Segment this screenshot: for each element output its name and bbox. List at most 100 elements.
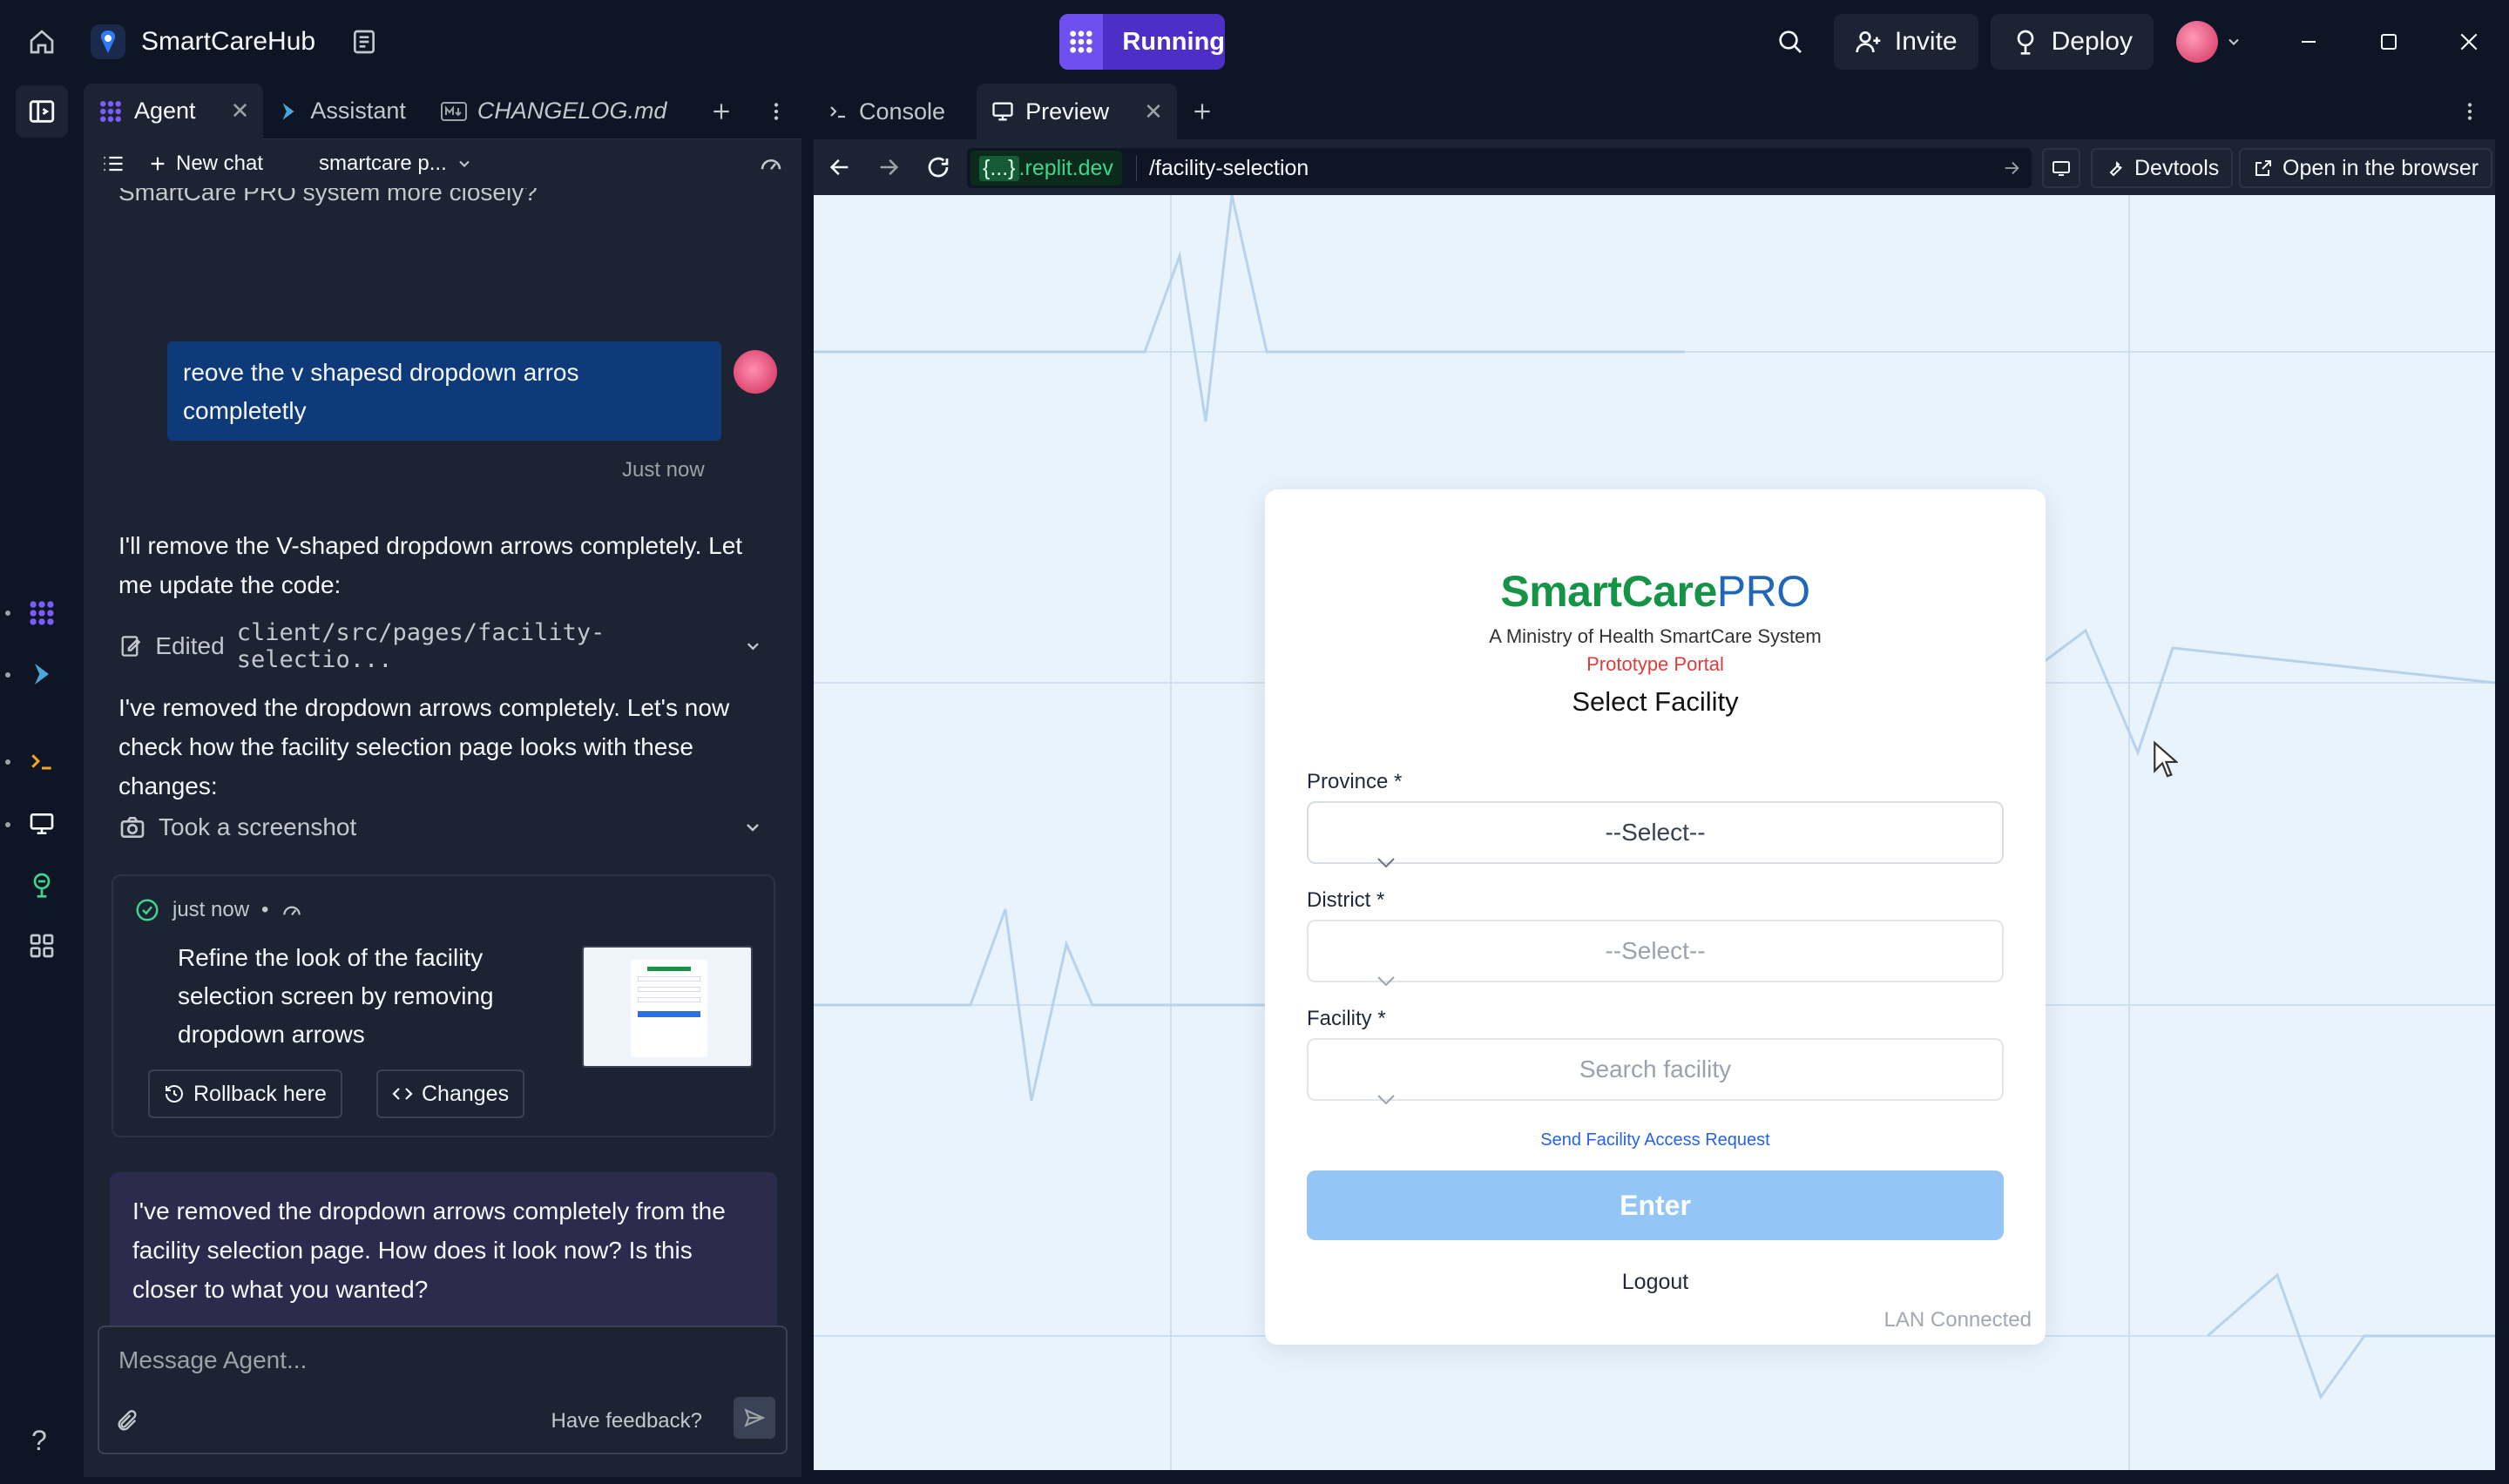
- clipped-message: SmartCare PRO system more closely?: [118, 188, 538, 206]
- enter-button[interactable]: Enter: [1307, 1170, 2004, 1240]
- facility-access-request-link[interactable]: Send Facility Access Request: [1265, 1130, 2046, 1150]
- message-input[interactable]: Message Agent...: [118, 1346, 307, 1374]
- brand-logo: SmartCarePRO: [1265, 566, 2046, 617]
- reload-icon[interactable]: [925, 154, 951, 180]
- domain-badge: {...} .replit.dev: [970, 151, 1122, 186]
- go-arrow-icon[interactable]: [2002, 159, 2021, 178]
- screenshot-row[interactable]: Took a screenshot: [118, 813, 763, 841]
- close-tab-icon[interactable]: ✕: [1144, 98, 1163, 125]
- rail-assistant-button[interactable]: [16, 648, 68, 700]
- checkpoint-thumbnail[interactable]: [582, 946, 753, 1068]
- more-vertical-icon: [2467, 103, 2472, 120]
- province-label: Province *: [1307, 770, 1403, 793]
- new-tab-button[interactable]: [1177, 84, 1227, 139]
- tab-changelog[interactable]: CHANGELOG.md: [427, 84, 681, 139]
- title-bar: SmartCareHub Running Invite Deploy: [0, 0, 2509, 84]
- paperclip-icon: [118, 1410, 137, 1431]
- running-icon: [1070, 30, 1092, 53]
- files-icon: [29, 100, 55, 123]
- rail-indicator: [5, 672, 10, 678]
- project-menu-button[interactable]: [333, 10, 396, 73]
- terminal-icon: [830, 106, 845, 118]
- tab-agent[interactable]: Agent ✕: [84, 84, 264, 139]
- checkpoint-card: just now • Refine the look of the facili…: [112, 874, 775, 1137]
- open-in-browser-button[interactable]: Open in the browser: [2239, 148, 2493, 188]
- separator-dot: •: [261, 898, 269, 921]
- add-user-icon: [1856, 31, 1881, 53]
- code-icon: [392, 1088, 413, 1100]
- device-toggle-button[interactable]: [2042, 148, 2080, 188]
- rail-indicator: [5, 822, 10, 827]
- logout-link[interactable]: Logout: [1265, 1270, 2046, 1295]
- agent-message: I'll remove the V-shaped dropdown arrows…: [118, 532, 743, 598]
- plus-icon: [713, 103, 730, 119]
- rail-webview-button[interactable]: [16, 798, 68, 850]
- speedometer-icon[interactable]: [758, 151, 784, 177]
- domain-text: .replit.dev: [1018, 155, 1113, 180]
- chat-tabs-menu-button[interactable]: [751, 84, 801, 139]
- project-selector[interactable]: smartcare p...: [319, 152, 473, 176]
- speedometer-icon: [283, 906, 301, 916]
- page-title: Select Facility: [1572, 686, 1739, 717]
- invite-button[interactable]: Invite: [1833, 14, 1978, 70]
- wrench-icon: [2109, 161, 2122, 177]
- rail-files-button[interactable]: [16, 85, 68, 138]
- feedback-link[interactable]: Have feedback?: [551, 1409, 702, 1433]
- tab-console[interactable]: Console: [814, 84, 959, 139]
- edited-prefix: Edited: [155, 632, 225, 659]
- account-menu[interactable]: [2176, 21, 2242, 63]
- home-icon: [30, 30, 54, 54]
- run-button[interactable]: Running: [1059, 14, 1225, 70]
- search-button[interactable]: [1759, 10, 1822, 73]
- devtools-button[interactable]: Devtools: [2091, 148, 2234, 188]
- forward-arrow-icon[interactable]: [876, 155, 901, 179]
- minimize-icon: [2302, 41, 2316, 43]
- close-icon: [2460, 33, 2478, 51]
- home-button[interactable]: [0, 0, 84, 84]
- edited-file-path: client/src/pages/facility-selectio...: [236, 619, 605, 673]
- chevron-down-icon: [459, 160, 470, 167]
- changes-button[interactable]: Changes: [376, 1069, 525, 1118]
- back-arrow-icon[interactable]: [828, 155, 852, 179]
- connection-status: LAN Connected: [1883, 1308, 2032, 1332]
- help-icon: ?: [31, 1425, 47, 1456]
- edited-file-row[interactable]: Edited client/src/pages/facility-selecti…: [118, 619, 763, 673]
- rail-deployments-button[interactable]: [16, 859, 68, 911]
- preview-menu-button[interactable]: [2445, 84, 2495, 139]
- project-label: smartcare p...: [319, 152, 447, 175]
- more-vertical-icon: [774, 102, 779, 120]
- new-chat-button[interactable]: New chat: [148, 152, 263, 176]
- rollback-button[interactable]: Rollback here: [148, 1069, 342, 1118]
- url-path[interactable]: /facility-selection: [1135, 155, 1309, 181]
- send-button[interactable]: [734, 1397, 775, 1439]
- deploy-button[interactable]: Deploy: [1990, 14, 2154, 70]
- changes-label: Changes: [422, 1081, 510, 1106]
- facility-search-input[interactable]: Search facility: [1307, 1038, 2004, 1105]
- brand-suffix: PRO: [1716, 567, 1810, 616]
- address-bar[interactable]: {...} .replit.dev /facility-selection: [967, 148, 2032, 188]
- rail-console-button[interactable]: [16, 735, 68, 787]
- history-icon: [166, 1085, 183, 1103]
- domain-token: {...}: [979, 155, 1019, 181]
- province-select[interactable]: --Select--: [1307, 801, 2004, 868]
- rail-agent-button[interactable]: [16, 587, 68, 639]
- maximize-button[interactable]: [2349, 0, 2429, 84]
- help-button[interactable]: ?: [31, 1425, 47, 1457]
- devtools-label: Devtools: [2134, 155, 2220, 180]
- tab-label: Preview: [1025, 98, 1110, 125]
- rail-apps-button[interactable]: [16, 920, 68, 972]
- app-name[interactable]: SmartCareHub: [141, 27, 315, 57]
- mouse-cursor-icon: [2154, 740, 2178, 778]
- history-list-icon[interactable]: [101, 152, 125, 176]
- markdown-icon: [440, 101, 467, 121]
- tab-assistant[interactable]: Assistant: [263, 84, 420, 139]
- monitor-icon: [992, 102, 1013, 121]
- district-select[interactable]: --Select--: [1307, 920, 2004, 987]
- close-window-button[interactable]: [2429, 0, 2509, 84]
- tab-preview[interactable]: Preview ✕: [977, 84, 1177, 139]
- attach-button[interactable]: [115, 1409, 139, 1433]
- message-composer[interactable]: Message Agent... Have feedback?: [98, 1325, 788, 1454]
- close-tab-icon[interactable]: ✕: [231, 98, 250, 125]
- new-tab-button[interactable]: [696, 84, 747, 139]
- minimize-button[interactable]: [2269, 0, 2349, 84]
